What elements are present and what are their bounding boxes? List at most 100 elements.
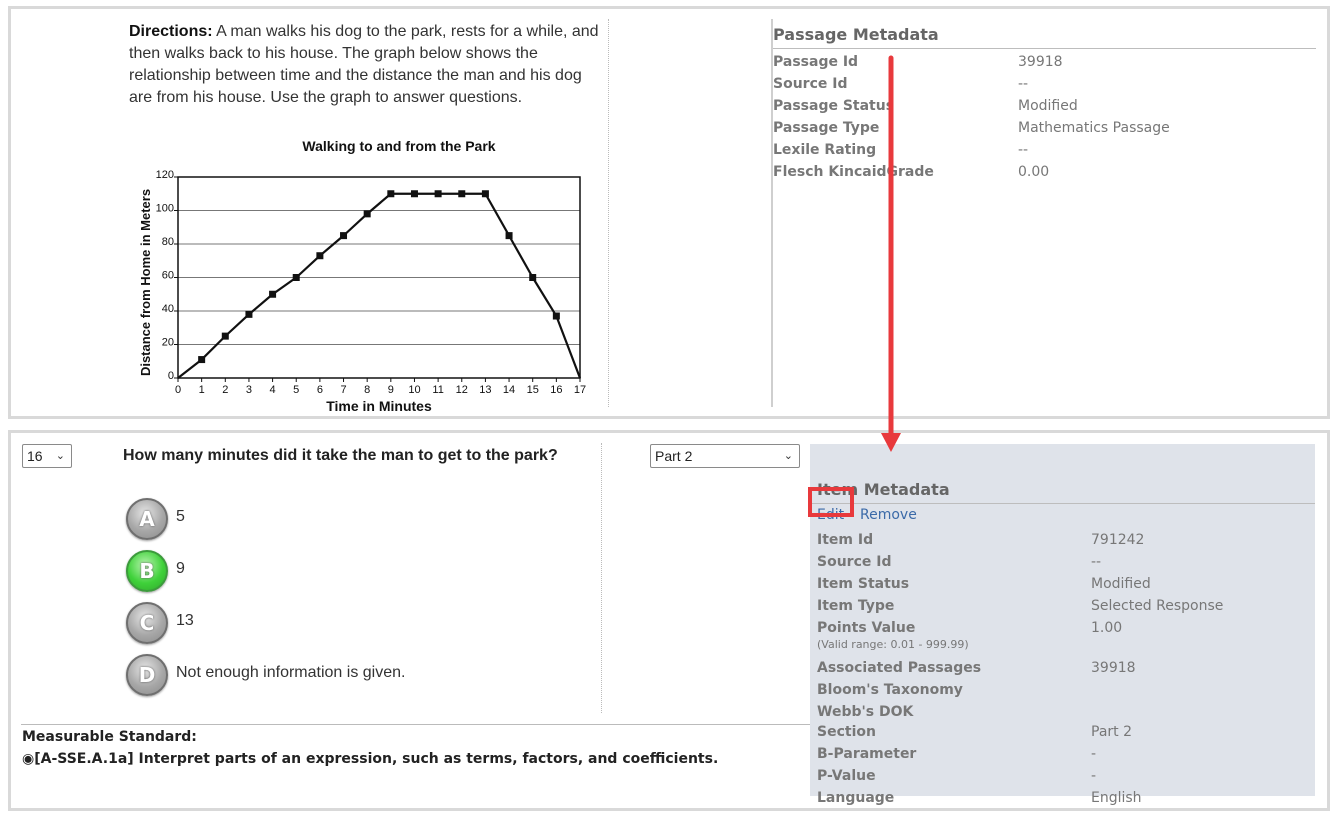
choice-bubble[interactable]: C	[126, 602, 168, 644]
answer-choice-d[interactable]: D Not enough information is given.	[126, 654, 546, 700]
data-point	[410, 190, 418, 198]
x-tick-label: 14	[503, 384, 515, 396]
data-point	[552, 312, 560, 320]
chart-title: Walking to and from the Park	[302, 138, 495, 154]
x-tick-label: 5	[293, 384, 299, 396]
edit-highlight-box	[808, 487, 854, 517]
data-point	[316, 252, 324, 260]
remove-link[interactable]: Remove	[860, 507, 917, 523]
metadata-key: Webb's DOK	[817, 704, 914, 720]
item-metadata-rule	[810, 503, 1315, 504]
metadata-key: Points Value	[817, 620, 916, 636]
metadata-value: 39918	[1018, 54, 1063, 70]
metadata-key: Item Status	[817, 576, 910, 592]
y-tick-label: 40	[162, 303, 174, 315]
x-tick-label: 6	[317, 384, 323, 396]
metadata-key: Item Id	[817, 532, 874, 548]
metadata-key: Item Type	[817, 598, 895, 614]
metadata-value: --	[1018, 76, 1029, 92]
y-tick-label: 20	[162, 337, 174, 349]
data-point	[245, 310, 253, 318]
metadata-key: Bloom's Taxonomy	[817, 682, 963, 698]
metadata-value: Modified	[1091, 576, 1151, 592]
data-point	[269, 290, 277, 298]
metadata-key: Passage Status	[773, 98, 895, 114]
metadata-row: B-Parameter -	[817, 743, 1335, 765]
y-tick-label: 60	[162, 270, 174, 282]
data-point	[340, 232, 348, 240]
metadata-value: 39918	[1091, 660, 1136, 676]
data-point	[198, 356, 206, 364]
measurable-standard: ◉[A-SSE.A.1a] Interpret parts of an expr…	[22, 751, 718, 767]
metadata-key: B-Parameter	[817, 746, 917, 762]
distance-time-chart: Walking to and from the Park020406080100…	[138, 138, 586, 411]
choice-bubble[interactable]: D	[126, 654, 168, 696]
x-tick-label: 10	[408, 384, 420, 396]
metadata-row: Passage Id 39918	[773, 51, 1293, 73]
y-tick-label: 100	[156, 203, 174, 215]
choice-bubble[interactable]: A	[126, 498, 168, 540]
part-select-value: Part 2	[655, 448, 693, 464]
metadata-key: Passage Id	[773, 54, 859, 70]
directions-text: Directions: A man walks his dog to the p…	[129, 21, 609, 109]
metadata-value: 1.00	[1091, 620, 1123, 636]
x-tick-label: 3	[246, 384, 252, 396]
data-point	[458, 190, 466, 198]
metadata-row: Language English	[817, 787, 1335, 809]
series-line	[177, 192, 582, 379]
measurable-standard-title: Measurable Standard:	[22, 729, 197, 745]
metadata-value: Modified	[1018, 98, 1078, 114]
choice-text: 9	[176, 560, 185, 577]
chevron-down-icon: ⌄	[55, 450, 65, 462]
x-tick-label: 17	[574, 384, 586, 396]
item-number-select[interactable]: 16 ⌄	[22, 444, 72, 468]
data-point	[221, 332, 229, 340]
metadata-key: P-Value	[817, 768, 876, 784]
metadata-value: Part 2	[1091, 724, 1132, 740]
metadata-row: Section Part 2	[817, 721, 1335, 743]
x-tick-label: 0	[175, 384, 181, 396]
metadata-key: Associated Passages	[817, 660, 982, 676]
answer-choice-b[interactable]: B9	[126, 550, 546, 596]
metadata-row: Lexile Rating --	[773, 139, 1293, 161]
metadata-row: Flesch KincaidGrade 0.00	[773, 161, 1293, 183]
metadata-value: English	[1091, 790, 1142, 806]
x-tick-label: 8	[364, 384, 370, 396]
answer-choice-c[interactable]: C 13	[126, 602, 546, 648]
choice-text: Not enough information is given.	[176, 664, 406, 681]
metadata-value: -	[1091, 768, 1097, 784]
data-point	[363, 210, 371, 218]
metadata-key: Source Id	[817, 554, 892, 570]
data-point	[387, 190, 395, 198]
passage-metadata-rule	[773, 48, 1316, 49]
data-point	[434, 190, 442, 198]
x-tick-label: 2	[222, 384, 228, 396]
x-tick-label: 1	[199, 384, 205, 396]
metadata-row: Source Id --	[773, 73, 1293, 95]
data-point	[505, 232, 513, 240]
metadata-row: Item Status Modified	[817, 573, 1335, 595]
metadata-row: Source Id --	[817, 551, 1335, 573]
choice-bubble[interactable]: B	[126, 550, 168, 592]
choice-text: 5	[176, 508, 185, 525]
standard-divider	[21, 724, 811, 725]
metadata-value: --	[1018, 142, 1029, 158]
part-select[interactable]: Part 2 ⌄	[650, 444, 800, 468]
metadata-key: Section	[817, 724, 876, 740]
metadata-key: Source Id	[773, 76, 848, 92]
metadata-key: Flesch KincaidGrade	[773, 164, 934, 180]
item-number-value: 16	[27, 448, 43, 464]
directions-label: Directions:	[129, 23, 213, 40]
x-tick-label: 15	[527, 384, 539, 396]
y-tick-label: 120	[156, 169, 174, 181]
data-point	[481, 190, 489, 198]
metadata-value: 0.00	[1018, 164, 1050, 180]
metadata-row: Passage Status Modified	[773, 95, 1293, 117]
answer-choice-a[interactable]: A5	[126, 498, 546, 544]
choice-text: 13	[176, 612, 194, 629]
passage-panel: Directions: A man walks his dog to the p…	[8, 6, 1330, 419]
x-axis-label: Time in Minutes	[326, 398, 432, 411]
passage-metadata-title: Passage Metadata	[773, 25, 939, 44]
y-tick-label: 0	[168, 370, 174, 382]
metadata-row: Associated Passages 39918	[817, 657, 1335, 679]
